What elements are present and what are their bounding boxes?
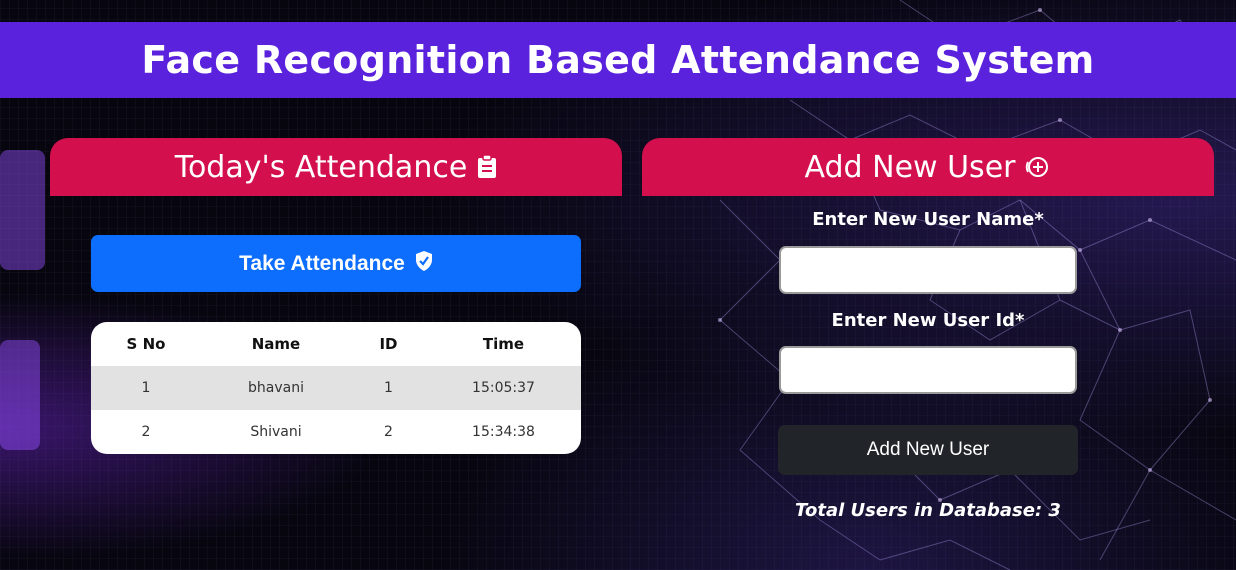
clipboard-icon xyxy=(477,155,497,179)
add-user-panel-header: Add New User xyxy=(642,138,1214,196)
cell-time: 15:34:38 xyxy=(472,424,535,440)
take-attendance-label: Take Attendance xyxy=(239,251,405,275)
attendance-panel-header: Today's Attendance xyxy=(50,138,622,196)
page-header: Face Recognition Based Attendance System xyxy=(0,22,1236,98)
page-title: Face Recognition Based Attendance System xyxy=(141,38,1095,82)
add-user-panel-title: Add New User xyxy=(804,149,1016,185)
total-users-text: Total Users in Database: 3 xyxy=(795,500,1061,521)
cell-time: 15:05:37 xyxy=(426,366,581,410)
table-header-row: S No Name ID Time xyxy=(91,322,581,366)
column-header-time: Time xyxy=(482,335,525,353)
add-user-panel: Add New User Enter New User Name* Enter … xyxy=(642,138,1214,538)
cell-sno: 1 xyxy=(91,366,201,410)
cell-id: 1 xyxy=(351,366,426,410)
take-attendance-button[interactable]: Take Attendance xyxy=(91,235,581,292)
plus-circle-icon xyxy=(1025,156,1051,178)
table-row: 1 bhavani 1 15:05:37 xyxy=(91,366,581,410)
user-name-input[interactable] xyxy=(779,246,1077,294)
attendance-panel-title: Today's Attendance xyxy=(174,149,468,185)
user-id-label: Enter New User Id* xyxy=(831,310,1025,331)
column-header-id: ID xyxy=(379,335,398,353)
column-header-name: Name xyxy=(251,335,301,353)
add-new-user-button[interactable]: Add New User xyxy=(778,425,1078,475)
cell-name: bhavani xyxy=(201,366,351,410)
user-name-label: Enter New User Name* xyxy=(812,209,1044,230)
attendance-table: S No Name ID Time 1 bhavani 1 15:05:37 2… xyxy=(91,322,581,454)
cell-id: 2 xyxy=(384,424,393,440)
table-row: 2 Shivani 2 15:34:38 xyxy=(91,410,581,454)
shield-check-icon xyxy=(415,250,433,278)
column-header-sno: S No xyxy=(126,335,166,353)
attendance-panel: Today's Attendance Take Attendance S No xyxy=(50,138,622,498)
cell-sno: 2 xyxy=(141,424,151,440)
cell-name: Shivani xyxy=(250,424,302,440)
user-id-input[interactable] xyxy=(779,346,1077,394)
